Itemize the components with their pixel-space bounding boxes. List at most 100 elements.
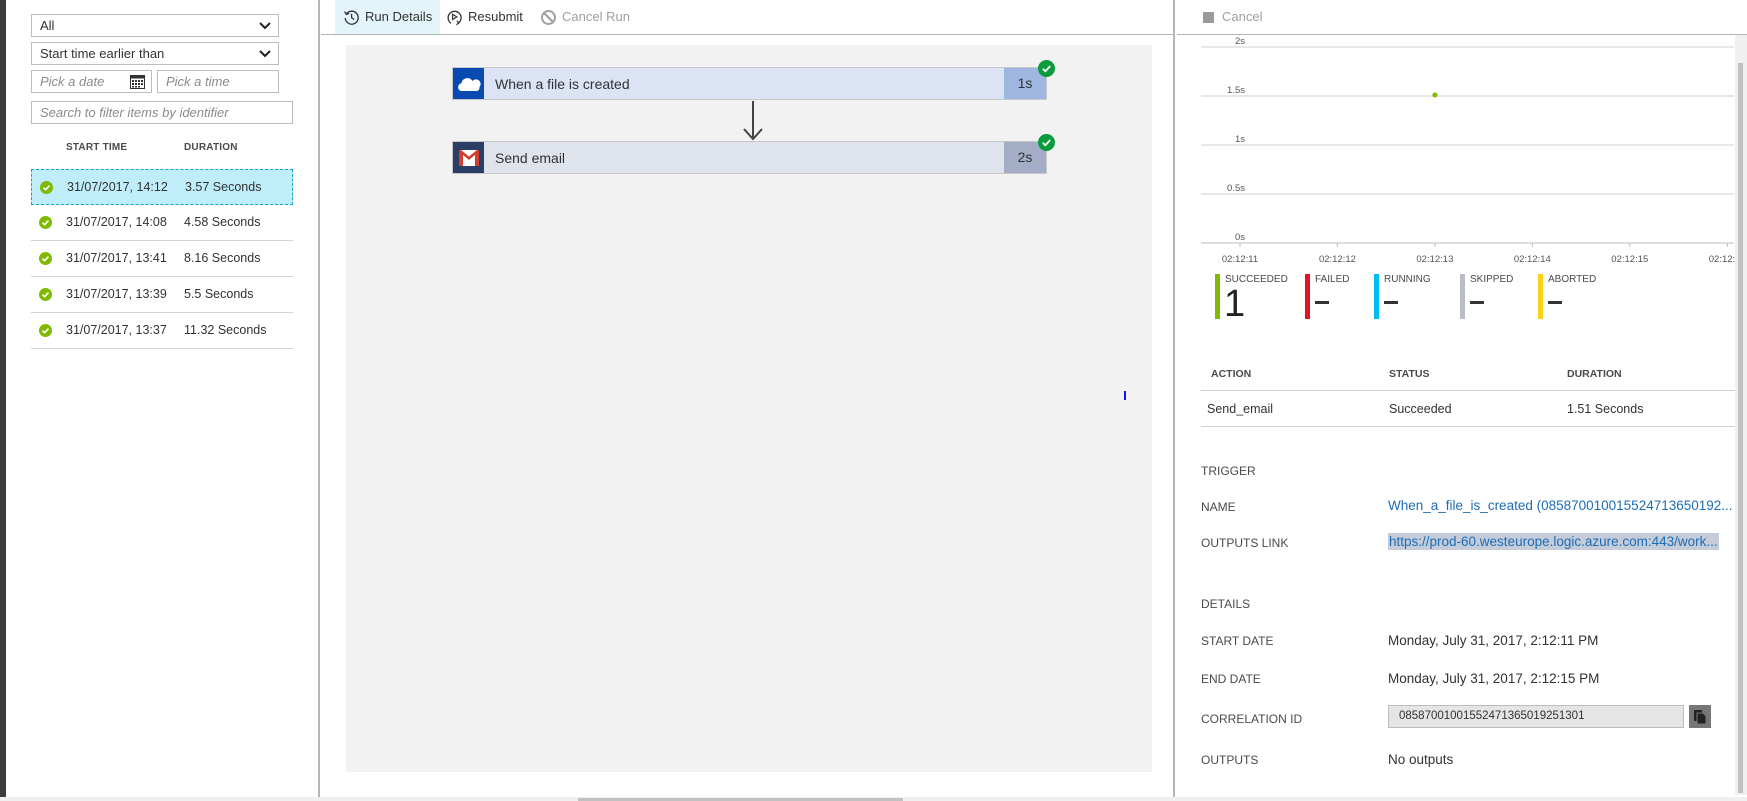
status-header: STATUS — [1389, 368, 1430, 380]
status-filter-value: All — [40, 18, 55, 33]
identifier-search-input[interactable]: Search to filter items by identifier — [31, 101, 293, 124]
run-row[interactable]: 31/07/2017, 14:12 3.57 Seconds — [31, 169, 293, 205]
status-filter-select[interactable]: All — [31, 14, 279, 37]
end-date-label: END DATE — [1201, 672, 1261, 686]
action-row[interactable]: Send_email Succeeded 1.51 Seconds — [1201, 391, 1737, 427]
status-count-empty — [1315, 301, 1329, 304]
onedrive-cloud-icon — [453, 68, 484, 99]
time-placeholder: Pick a time — [166, 74, 230, 89]
run-row[interactable]: 31/07/2017, 14:08 4.58 Seconds — [31, 205, 293, 241]
success-check-icon — [1038, 60, 1055, 77]
workflow-canvas: When a file is created 1s Send email 2s — [346, 45, 1152, 772]
run-start-time: 31/07/2017, 13:39 — [66, 287, 167, 301]
status-color-bar — [1374, 274, 1379, 319]
x-tick-label: 02:12:15 — [1611, 254, 1648, 265]
status-color-bar — [1538, 274, 1543, 319]
scrollbar-thumb[interactable] — [1738, 63, 1743, 793]
action-header: ACTION — [1211, 368, 1252, 380]
runs-history-panel: All Start time earlier than Pick a date … — [6, 0, 320, 801]
x-tick-label: 02:12:12 — [1319, 254, 1356, 265]
y-tick-label: 2s — [1235, 36, 1245, 47]
data-point — [1432, 92, 1438, 98]
date-picker-input[interactable]: Pick a date — [31, 70, 152, 93]
chevron-down-icon — [259, 50, 271, 58]
runs-table-header: START TIME DURATION — [31, 142, 293, 162]
step-label: Send email — [495, 150, 566, 166]
cancel-label: Cancel — [1222, 9, 1263, 24]
details-toolbar: Cancel — [1177, 0, 1747, 35]
text-cursor-mark — [1124, 391, 1126, 400]
run-start-time: 31/07/2017, 14:08 — [66, 215, 167, 229]
copy-icon — [1694, 709, 1706, 724]
outputs-link-label: OUTPUTS LINK — [1201, 536, 1289, 550]
y-tick-label: 1s — [1235, 134, 1245, 145]
x-tick-label: 02:12:14 — [1514, 254, 1551, 265]
copy-button[interactable] — [1689, 705, 1711, 728]
success-check-icon — [40, 181, 53, 194]
run-details-label: Run Details — [365, 9, 433, 24]
cancel-button[interactable]: Cancel — [1203, 0, 1262, 34]
runs-list: 31/07/2017, 14:12 3.57 Seconds 31/07/201… — [31, 169, 293, 349]
duration-header[interactable]: DURATION — [184, 142, 238, 153]
search-placeholder: Search to filter items by identifier — [40, 105, 229, 120]
stop-icon — [1203, 11, 1214, 23]
status-label: FAILED — [1315, 274, 1350, 285]
start-date-label: START DATE — [1201, 634, 1274, 648]
duration-header: DURATION — [1567, 368, 1622, 380]
time-filter-value: Start time earlier than — [40, 46, 165, 61]
history-icon — [344, 10, 359, 25]
horizontal-scrollbar[interactable] — [0, 797, 1747, 801]
actions-table-header: ACTION STATUS DURATION — [1201, 357, 1737, 391]
start-time-header[interactable]: START TIME — [66, 142, 127, 153]
logic-app-run-history: All Start time earlier than Pick a date … — [0, 0, 1747, 801]
run-duration: 8.16 Seconds — [184, 251, 261, 265]
end-date-value: Monday, July 31, 2017, 2:12:15 PM — [1388, 671, 1600, 686]
calendar-icon[interactable] — [130, 75, 145, 89]
cancel-run-label: Cancel Run — [562, 9, 630, 24]
run-row[interactable]: 31/07/2017, 13:39 5.5 Seconds — [31, 277, 293, 313]
x-tick-label: 02:12:16 — [1709, 254, 1737, 265]
y-tick-label: 1.5s — [1227, 85, 1245, 96]
cancel-run-button[interactable]: Cancel Run — [532, 0, 638, 34]
x-tick-label: 02:12:13 — [1416, 254, 1453, 265]
time-filter-select[interactable]: Start time earlier than — [31, 42, 279, 65]
outputs-link[interactable]: https://prod-60.westeurope.logic.azure.c… — [1388, 533, 1719, 550]
workflow-step-send-email[interactable]: Send email 2s — [452, 134, 1055, 174]
y-tick-label: 0.5s — [1227, 183, 1245, 194]
details-section-title: DETAILS — [1201, 597, 1251, 611]
correlation-id-value: 08587001001552471365019251301 — [1399, 710, 1585, 722]
outputs-label: OUTPUTS — [1201, 753, 1259, 767]
status-color-bar — [1305, 274, 1310, 319]
success-check-icon — [39, 288, 52, 301]
vertical-scrollbar[interactable] — [1735, 35, 1747, 795]
trigger-name-link[interactable]: When_a_file_is_created (0858700100155247… — [1388, 498, 1733, 513]
time-picker-input[interactable]: Pick a time — [157, 70, 279, 93]
outputs-value: No outputs — [1388, 752, 1454, 767]
resubmit-icon — [447, 10, 462, 25]
run-start-time: 31/07/2017, 13:41 — [66, 251, 167, 265]
correlation-id-field[interactable]: 08587001001552471365019251301 — [1388, 705, 1684, 728]
date-placeholder: Pick a date — [40, 74, 105, 89]
correlation-id-label: CORRELATION ID — [1201, 712, 1303, 726]
run-duration: 4.58 Seconds — [184, 215, 261, 229]
success-check-icon — [39, 324, 52, 337]
status-color-bar — [1215, 274, 1220, 319]
gmail-icon — [453, 142, 484, 173]
action-name: Send_email — [1207, 402, 1274, 416]
duration-chart: 0s 0.5s 1s 1.5s 2s 02:12:11 02:12:12 02:12:13 02… — [1177, 35, 1746, 265]
run-designer-panel: Run Details Resubmit Cancel Run When a f… — [321, 0, 1175, 801]
action-status: Succeeded — [1389, 402, 1452, 416]
duration-chart-svg: 0s 0.5s 1s 1.5s 2s 02:12:11 02:12:12 02:12:13 02… — [1201, 36, 1746, 265]
start-date-value: Monday, July 31, 2017, 2:12:11 PM — [1388, 633, 1599, 648]
trigger-name-label: NAME — [1201, 500, 1236, 514]
workflow-step-trigger[interactable]: When a file is created 1s — [452, 60, 1055, 100]
status-label: SKIPPED — [1470, 274, 1514, 285]
resubmit-label: Resubmit — [468, 9, 523, 24]
run-row[interactable]: 31/07/2017, 13:37 11.32 Seconds — [31, 313, 293, 349]
run-details-panel: Cancel 0s 0.5s 1s 1.5s 2s 02:12:11 02:12:12 02:… — [1177, 0, 1747, 801]
resubmit-button[interactable]: Resubmit — [438, 0, 531, 34]
run-start-time: 31/07/2017, 14:12 — [67, 180, 168, 194]
x-tick-label: 02:12:11 — [1222, 254, 1258, 265]
run-row[interactable]: 31/07/2017, 13:41 8.16 Seconds — [31, 241, 293, 277]
run-details-button[interactable]: Run Details — [335, 0, 441, 34]
